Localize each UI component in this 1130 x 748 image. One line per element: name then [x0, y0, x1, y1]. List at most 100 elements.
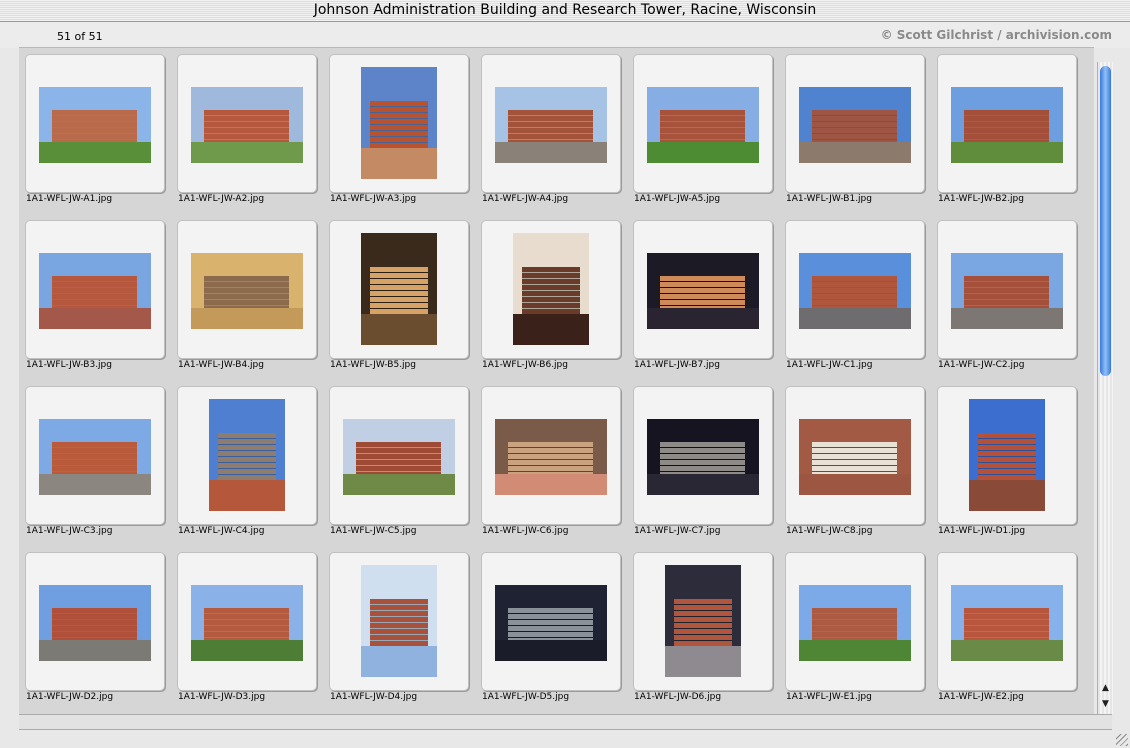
slide-frame[interactable]	[25, 552, 165, 691]
slide-frame[interactable]	[329, 220, 469, 359]
slide-frame[interactable]	[177, 54, 317, 193]
thumbnail-cell[interactable]: 1A1-WFL-JW-A2.jpg	[171, 48, 323, 214]
thumbnail-image[interactable]	[969, 399, 1045, 511]
slide-frame[interactable]	[329, 552, 469, 691]
slide-frame[interactable]	[25, 54, 165, 193]
slide-frame[interactable]	[25, 220, 165, 359]
thumbnail-image[interactable]	[39, 585, 151, 661]
slide-frame[interactable]	[633, 386, 773, 525]
thumbnail-image[interactable]	[951, 585, 1063, 661]
thumbnail-image[interactable]	[495, 585, 607, 661]
thumbnail-image[interactable]	[665, 565, 741, 677]
slide-frame[interactable]	[481, 54, 621, 193]
thumbnail-image[interactable]	[799, 253, 911, 329]
thumbnail-cell[interactable]: 1A1-WFL-JW-A4.jpg	[475, 48, 627, 214]
slide-frame[interactable]	[177, 386, 317, 525]
thumbnail-image[interactable]	[799, 585, 911, 661]
slide-frame[interactable]	[633, 552, 773, 691]
slide-frame[interactable]	[177, 552, 317, 691]
slide-frame[interactable]	[937, 552, 1077, 691]
thumbnail-cell[interactable]: 1A1-WFL-JW-B6.jpg	[475, 214, 627, 380]
photo-ground	[39, 308, 151, 329]
thumbnail-cell[interactable]: 1A1-WFL-JW-A3.jpg	[323, 48, 475, 214]
thumbnail-image[interactable]	[513, 233, 589, 345]
thumbnail-image[interactable]	[647, 419, 759, 495]
slide-frame[interactable]	[937, 220, 1077, 359]
scrollbar-thumb[interactable]	[1100, 66, 1111, 376]
slide-frame[interactable]	[785, 386, 925, 525]
slide-frame[interactable]	[633, 54, 773, 193]
scroll-down-icon[interactable]: ▼	[1099, 698, 1112, 710]
window-titlebar[interactable]: Johnson Administration Building and Rese…	[0, 0, 1130, 22]
slide-frame[interactable]	[329, 386, 469, 525]
thumbnail-image[interactable]	[951, 253, 1063, 329]
thumbnail-cell[interactable]: 1A1-WFL-JW-E2.jpg	[931, 546, 1083, 712]
thumbnail-cell[interactable]: 1A1-WFL-JW-C2.jpg	[931, 214, 1083, 380]
thumbnail-image[interactable]	[799, 87, 911, 163]
thumbnail-filename: 1A1-WFL-JW-D6.jpg	[634, 692, 722, 702]
slide-frame[interactable]	[25, 386, 165, 525]
thumbnail-cell[interactable]: 1A1-WFL-JW-D2.jpg	[19, 546, 171, 712]
slide-frame[interactable]	[785, 54, 925, 193]
photo-building	[978, 433, 1036, 483]
thumbnail-image[interactable]	[647, 253, 759, 329]
slide-frame[interactable]	[481, 552, 621, 691]
thumbnail-cell[interactable]: 1A1-WFL-JW-C7.jpg	[627, 380, 779, 546]
photo-ground	[39, 640, 151, 661]
thumbnail-image[interactable]	[495, 419, 607, 495]
thumbnail-image[interactable]	[799, 419, 911, 495]
thumbnail-image[interactable]	[951, 87, 1063, 163]
slide-frame[interactable]	[937, 54, 1077, 193]
thumbnail-image[interactable]	[361, 67, 437, 179]
thumbnail-cell[interactable]: 1A1-WFL-JW-D1.jpg	[931, 380, 1083, 546]
thumbnail-cell[interactable]: 1A1-WFL-JW-C5.jpg	[323, 380, 475, 546]
thumbnail-image[interactable]	[343, 419, 455, 495]
thumbnail-image[interactable]	[647, 87, 759, 163]
resize-grip-icon[interactable]	[1116, 734, 1128, 746]
thumbnail-image[interactable]	[191, 87, 303, 163]
thumbnail-cell[interactable]: 1A1-WFL-JW-D5.jpg	[475, 546, 627, 712]
photo-building	[370, 101, 428, 151]
thumbnail-image[interactable]	[191, 585, 303, 661]
photo-ground	[513, 314, 589, 345]
thumbnail-cell[interactable]: 1A1-WFL-JW-B3.jpg	[19, 214, 171, 380]
thumbnail-cell[interactable]: 1A1-WFL-JW-A5.jpg	[627, 48, 779, 214]
thumbnail-image[interactable]	[39, 253, 151, 329]
thumbnail-cell[interactable]: 1A1-WFL-JW-C1.jpg	[779, 214, 931, 380]
thumbnail-cell[interactable]: 1A1-WFL-JW-D3.jpg	[171, 546, 323, 712]
thumbnail-cell[interactable]: 1A1-WFL-JW-C4.jpg	[171, 380, 323, 546]
thumbnail-cell[interactable]: 1A1-WFL-JW-B7.jpg	[627, 214, 779, 380]
thumbnail-cell[interactable]: 1A1-WFL-JW-D6.jpg	[627, 546, 779, 712]
thumbnail-cell[interactable]: 1A1-WFL-JW-D4.jpg	[323, 546, 475, 712]
slide-frame[interactable]	[937, 386, 1077, 525]
slide-frame[interactable]	[481, 386, 621, 525]
thumbnail-cell[interactable]: 1A1-WFL-JW-A1.jpg	[19, 48, 171, 214]
slide-frame[interactable]	[633, 220, 773, 359]
thumbnail-image[interactable]	[209, 399, 285, 511]
thumbnail-cell[interactable]: 1A1-WFL-JW-B5.jpg	[323, 214, 475, 380]
slide-frame[interactable]	[329, 54, 469, 193]
vertical-scrollbar[interactable]: ▲ ▼	[1097, 62, 1113, 714]
slide-frame[interactable]	[177, 220, 317, 359]
thumbnail-filename: 1A1-WFL-JW-E1.jpg	[786, 692, 872, 702]
thumbnail-cell[interactable]: 1A1-WFL-JW-C8.jpg	[779, 380, 931, 546]
slide-frame[interactable]	[785, 552, 925, 691]
thumbnail-cell[interactable]: 1A1-WFL-JW-B2.jpg	[931, 48, 1083, 214]
thumbnail-cell[interactable]: 1A1-WFL-JW-B1.jpg	[779, 48, 931, 214]
thumbnail-image[interactable]	[361, 233, 437, 345]
thumbnail-cell[interactable]: 1A1-WFL-JW-C3.jpg	[19, 380, 171, 546]
thumbnail-image[interactable]	[39, 419, 151, 495]
thumbnail-image[interactable]	[361, 565, 437, 677]
thumbnail-cell[interactable]: 1A1-WFL-JW-E1.jpg	[779, 546, 931, 712]
thumbnail-filename: 1A1-WFL-JW-E2.jpg	[938, 692, 1024, 702]
thumbnail-cell[interactable]: 1A1-WFL-JW-B4.jpg	[171, 214, 323, 380]
slide-frame[interactable]	[481, 220, 621, 359]
thumbnail-image[interactable]	[191, 253, 303, 329]
thumbnail-image[interactable]	[495, 87, 607, 163]
slide-frame[interactable]	[785, 220, 925, 359]
thumbnail-image[interactable]	[39, 87, 151, 163]
photo-ground	[799, 308, 911, 329]
photo-building	[52, 608, 137, 642]
scroll-up-icon[interactable]: ▲	[1099, 682, 1112, 694]
thumbnail-cell[interactable]: 1A1-WFL-JW-C6.jpg	[475, 380, 627, 546]
